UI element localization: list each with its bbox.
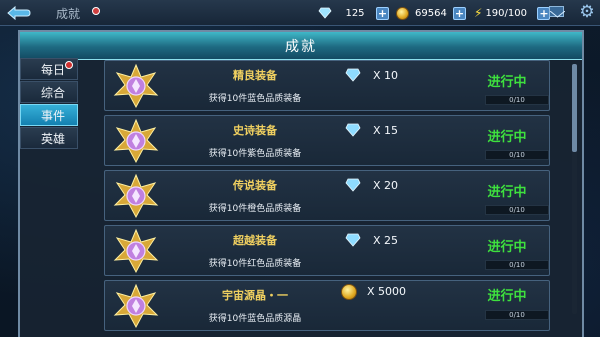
achievement-title: 宇宙源晶・一 (222, 289, 288, 302)
achievement-title: 史诗装备 (233, 124, 277, 137)
list-item[interactable]: 传说装备 获得10件橙色品质装备 X 20 进行中 0/10 (104, 170, 550, 221)
achievement-description: 获得10件紫色品质装备 (208, 149, 302, 159)
achievement-title: 传说装备 (233, 179, 277, 192)
list-item[interactable]: 超越装备 获得10件红色品质装备 X 25 进行中 0/10 (104, 225, 550, 276)
status-label: 进行中 (487, 130, 527, 145)
reward-quantity: X 20 (373, 179, 399, 192)
reward-quantity: X 5000 (367, 285, 407, 298)
back-arrow-icon (7, 5, 31, 21)
add-gems-button[interactable]: + (376, 6, 389, 20)
achievement-description: 获得10件红色品质装备 (208, 259, 302, 269)
progress-text: 0/10 (509, 311, 525, 319)
medal-icon (113, 283, 159, 329)
progress-text: 0/10 (509, 151, 525, 159)
diamond-icon (345, 233, 361, 247)
back-button[interactable] (4, 4, 32, 22)
tab-events[interactable]: 事件 (20, 104, 78, 126)
medal-icon (113, 63, 159, 109)
medal-icon (113, 173, 159, 219)
progress-text: 0/10 (509, 206, 525, 214)
diamond-icon (318, 7, 332, 19)
achievement-description: 获得10件蓝色品质装备 (208, 94, 302, 104)
progress-bar: 0/10 (485, 95, 549, 105)
tab-daily[interactable]: 每日 (20, 58, 78, 80)
notification-dot (92, 7, 100, 15)
tab-general[interactable]: 综合 (20, 81, 78, 103)
tab-label: 每日 (41, 62, 66, 77)
mail-icon[interactable] (549, 6, 566, 18)
tab-heroes[interactable]: 英雄 (20, 127, 78, 149)
panel-title: 成就 (20, 32, 582, 60)
achievement-description: 获得10件蓝色品质源晶 (208, 314, 302, 324)
achievement-list[interactable]: 精良装备 获得10件蓝色品质装备 X 10 进行中 0/10 史诗装备 获得10… (104, 60, 550, 337)
list-item[interactable]: 史诗装备 获得10件紫色品质装备 X 15 进行中 0/10 (104, 115, 550, 166)
screen-title: 成就 (56, 7, 81, 21)
status-label: 进行中 (487, 185, 527, 200)
progress-bar: 0/10 (485, 150, 549, 160)
diamond-icon (345, 178, 361, 192)
progress-bar: 0/10 (485, 310, 549, 320)
gem-counter: 125 + (318, 5, 389, 21)
coin-counter: 69564 + (396, 5, 466, 21)
progress-bar: 0/10 (485, 205, 549, 215)
top-bar: 成就 125 + 69564 + ⚡ 190/100 + ⚙ (0, 0, 600, 26)
energy-count: 190/100 (485, 7, 527, 19)
medal-icon (113, 228, 159, 274)
gem-count: 125 (345, 7, 365, 19)
tab-label: 综合 (41, 85, 66, 100)
scrollbar-thumb[interactable] (572, 64, 577, 152)
status-label: 进行中 (487, 75, 527, 90)
achievement-title: 超越装备 (233, 234, 277, 247)
achievement-description: 获得10件橙色品质装备 (208, 204, 302, 214)
reward-quantity: X 25 (373, 234, 399, 247)
tab-label: 事件 (41, 108, 66, 123)
tab-label: 英雄 (41, 131, 66, 146)
medal-icon (113, 118, 159, 164)
progress-bar: 0/10 (485, 260, 549, 270)
category-tabs: 每日 综合 事件 英雄 (20, 58, 78, 150)
lightning-icon: ⚡ (474, 6, 483, 20)
gear-icon[interactable]: ⚙ (578, 3, 596, 21)
diamond-icon (345, 68, 361, 82)
diamond-icon (345, 123, 361, 137)
list-item[interactable]: 精良装备 获得10件蓝色品质装备 X 10 进行中 0/10 (104, 60, 550, 111)
notification-dot (65, 61, 73, 69)
scrollbar[interactable] (572, 64, 577, 314)
progress-text: 0/10 (509, 96, 525, 104)
list-item[interactable]: 宇宙源晶・一 获得10件蓝色品质源晶 X 5000 进行中 0/10 (104, 280, 550, 331)
reward-quantity: X 10 (373, 69, 399, 82)
add-coins-button[interactable]: + (453, 6, 466, 20)
coin-count: 69564 (415, 7, 447, 19)
coin-icon (341, 284, 357, 300)
status-label: 进行中 (487, 289, 527, 304)
achievement-title: 精良装备 (233, 69, 277, 82)
status-label: 进行中 (487, 240, 527, 255)
energy-counter: ⚡ 190/100 + (474, 5, 551, 21)
progress-text: 0/10 (509, 261, 525, 269)
coin-icon (396, 6, 409, 20)
reward-quantity: X 15 (373, 124, 399, 137)
